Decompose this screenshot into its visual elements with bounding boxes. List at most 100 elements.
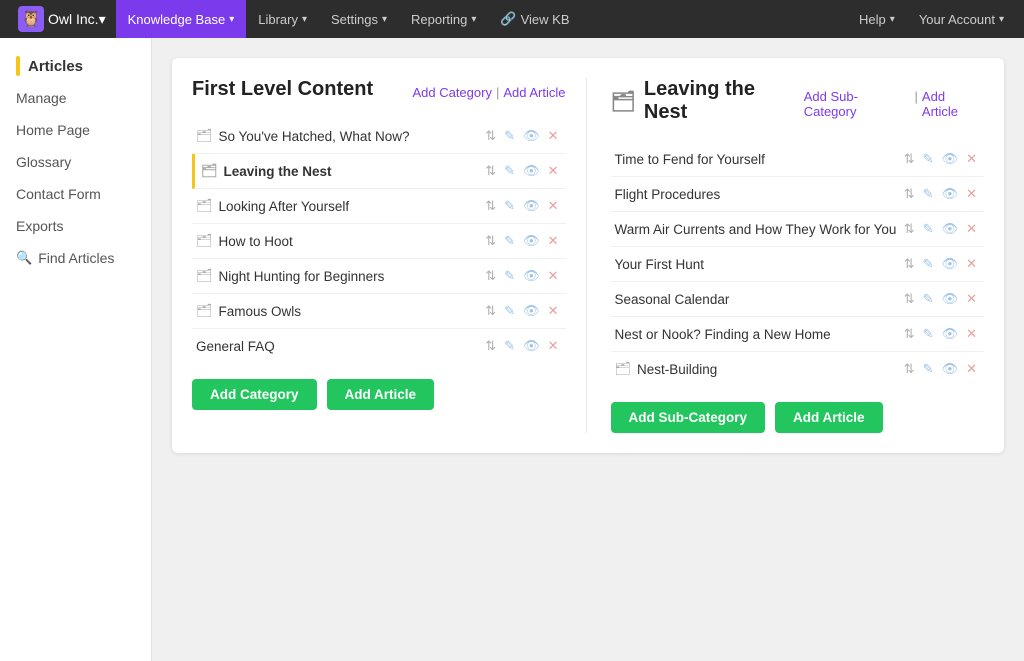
view-icon[interactable]: 👁 — [520, 161, 543, 181]
view-icon[interactable]: 👁 — [520, 126, 543, 146]
delete-icon[interactable]: ✕ — [963, 289, 980, 309]
view-icon[interactable]: 👁 — [520, 266, 543, 286]
edit-icon[interactable]: ✎ — [920, 324, 937, 344]
view-kb-button[interactable]: 🔗 View KB — [488, 0, 581, 38]
edit-icon[interactable]: ✎ — [920, 289, 937, 309]
item-actions: ⇅ ✎ 👁 ✕ — [901, 324, 980, 344]
add-sub-category-button[interactable]: Add Sub-Category — [611, 402, 766, 433]
edit-icon[interactable]: ✎ — [501, 161, 518, 181]
list-item: General FAQ ⇅ ✎ 👁 ✕ — [192, 329, 566, 363]
list-item: Seasonal Calendar ⇅ ✎ 👁 ✕ — [611, 282, 985, 317]
left-add-article-link[interactable]: Add Article — [503, 85, 565, 100]
delete-icon[interactable]: ✕ — [963, 149, 980, 169]
delete-icon[interactable]: ✕ — [545, 231, 562, 251]
brand[interactable]: 🦉 Owl Inc. ▾ — [8, 0, 116, 38]
view-icon[interactable]: 👁 — [939, 184, 962, 204]
move-icon[interactable]: ⇅ — [901, 149, 918, 169]
list-item: 🗂 Famous Owls ⇅ ✎ 👁 ✕ — [192, 294, 566, 329]
delete-icon[interactable]: ✕ — [963, 359, 980, 379]
delete-icon[interactable]: ✕ — [963, 254, 980, 274]
nav-library[interactable]: Library ▾ — [246, 0, 319, 38]
delete-icon[interactable]: ✕ — [545, 266, 562, 286]
nav-account[interactable]: Your Account ▾ — [907, 0, 1016, 38]
view-icon[interactable]: 👁 — [520, 301, 543, 321]
left-panel-actions: Add Category | Add Article — [412, 85, 565, 100]
move-icon[interactable]: ⇅ — [901, 184, 918, 204]
sidebar-item-home-page[interactable]: Home Page — [0, 114, 151, 146]
brand-caret: ▾ — [99, 11, 106, 28]
add-category-button[interactable]: Add Category — [192, 379, 317, 410]
sidebar-item-find-articles[interactable]: 🔍 Find Articles — [0, 242, 151, 274]
add-article-button[interactable]: Add Article — [327, 379, 435, 410]
nav-reporting[interactable]: Reporting ▾ — [399, 0, 488, 38]
right-add-article-button[interactable]: Add Article — [775, 402, 883, 433]
view-icon[interactable]: 👁 — [520, 231, 543, 251]
list-item: Warm Air Currents and How They Work for … — [611, 212, 985, 247]
kb-caret: ▾ — [229, 14, 234, 25]
item-actions: ⇅ ✎ 👁 ✕ — [901, 149, 980, 169]
left-add-category-link[interactable]: Add Category — [412, 85, 492, 100]
page-layout: Articles Manage Home Page Glossary Conta… — [0, 38, 1024, 661]
move-icon[interactable]: ⇅ — [901, 219, 918, 239]
move-icon[interactable]: ⇅ — [901, 254, 918, 274]
move-icon[interactable]: ⇅ — [482, 266, 499, 286]
delete-icon[interactable]: ✕ — [545, 301, 562, 321]
right-panel: 🗂 Leaving the Nest Add Sub-Category | Ad… — [607, 78, 985, 433]
nav-knowledge-base[interactable]: Knowledge Base ▾ — [116, 0, 247, 38]
edit-icon[interactable]: ✎ — [920, 359, 937, 379]
view-icon[interactable]: 👁 — [939, 149, 962, 169]
view-icon[interactable]: 👁 — [939, 359, 962, 379]
delete-icon[interactable]: ✕ — [963, 324, 980, 344]
delete-icon[interactable]: ✕ — [545, 161, 562, 181]
folder-icon: 🗂 — [196, 233, 213, 249]
folder-icon: 🗂 — [196, 303, 213, 319]
right-add-subcategory-link[interactable]: Add Sub-Category — [804, 89, 911, 119]
delete-icon[interactable]: ✕ — [963, 184, 980, 204]
sidebar-item-contact-form[interactable]: Contact Form — [0, 178, 151, 210]
edit-icon[interactable]: ✎ — [920, 219, 937, 239]
view-icon[interactable]: 👁 — [939, 254, 962, 274]
right-add-article-link[interactable]: Add Article — [922, 89, 984, 119]
sidebar-item-glossary[interactable]: Glossary — [0, 146, 151, 178]
move-icon[interactable]: ⇅ — [482, 231, 499, 251]
edit-icon[interactable]: ✎ — [501, 266, 518, 286]
move-icon[interactable]: ⇅ — [482, 301, 499, 321]
move-icon[interactable]: ⇅ — [482, 126, 499, 146]
folder-icon-large: 🗂 — [611, 89, 636, 114]
view-icon[interactable]: 👁 — [520, 336, 543, 356]
delete-icon[interactable]: ✕ — [545, 126, 562, 146]
edit-icon[interactable]: ✎ — [501, 126, 518, 146]
view-icon[interactable]: 👁 — [939, 289, 962, 309]
move-icon[interactable]: ⇅ — [901, 289, 918, 309]
owl-icon: 🦉 — [18, 6, 44, 32]
edit-icon[interactable]: ✎ — [501, 196, 518, 216]
view-icon[interactable]: 👁 — [520, 196, 543, 216]
edit-icon[interactable]: ✎ — [920, 254, 937, 274]
move-icon[interactable]: ⇅ — [482, 161, 499, 181]
sidebar-item-manage[interactable]: Manage — [0, 82, 151, 114]
move-icon[interactable]: ⇅ — [482, 336, 499, 356]
sidebar-item-exports[interactable]: Exports — [0, 210, 151, 242]
edit-icon[interactable]: ✎ — [501, 231, 518, 251]
right-panel-buttons: Add Sub-Category Add Article — [611, 402, 985, 433]
edit-icon[interactable]: ✎ — [501, 336, 518, 356]
move-icon[interactable]: ⇅ — [901, 324, 918, 344]
move-icon[interactable]: ⇅ — [482, 196, 499, 216]
item-label: 🗂 Leaving the Nest — [201, 163, 332, 179]
item-label: 🗂 Nest-Building — [615, 361, 718, 377]
nav-settings[interactable]: Settings ▾ — [319, 0, 399, 38]
delete-icon[interactable]: ✕ — [963, 219, 980, 239]
item-actions: ⇅ ✎ 👁 ✕ — [901, 219, 980, 239]
delete-icon[interactable]: ✕ — [545, 336, 562, 356]
folder-icon: 🗂 — [201, 163, 218, 179]
nav-help[interactable]: Help ▾ — [847, 0, 907, 38]
edit-icon[interactable]: ✎ — [920, 184, 937, 204]
view-icon[interactable]: 👁 — [939, 324, 962, 344]
edit-icon[interactable]: ✎ — [920, 149, 937, 169]
move-icon[interactable]: ⇅ — [901, 359, 918, 379]
delete-icon[interactable]: ✕ — [545, 196, 562, 216]
edit-icon[interactable]: ✎ — [501, 301, 518, 321]
sidebar-accent — [16, 56, 20, 76]
view-icon[interactable]: 👁 — [939, 219, 962, 239]
item-actions: ⇅ ✎ 👁 ✕ — [482, 266, 561, 286]
